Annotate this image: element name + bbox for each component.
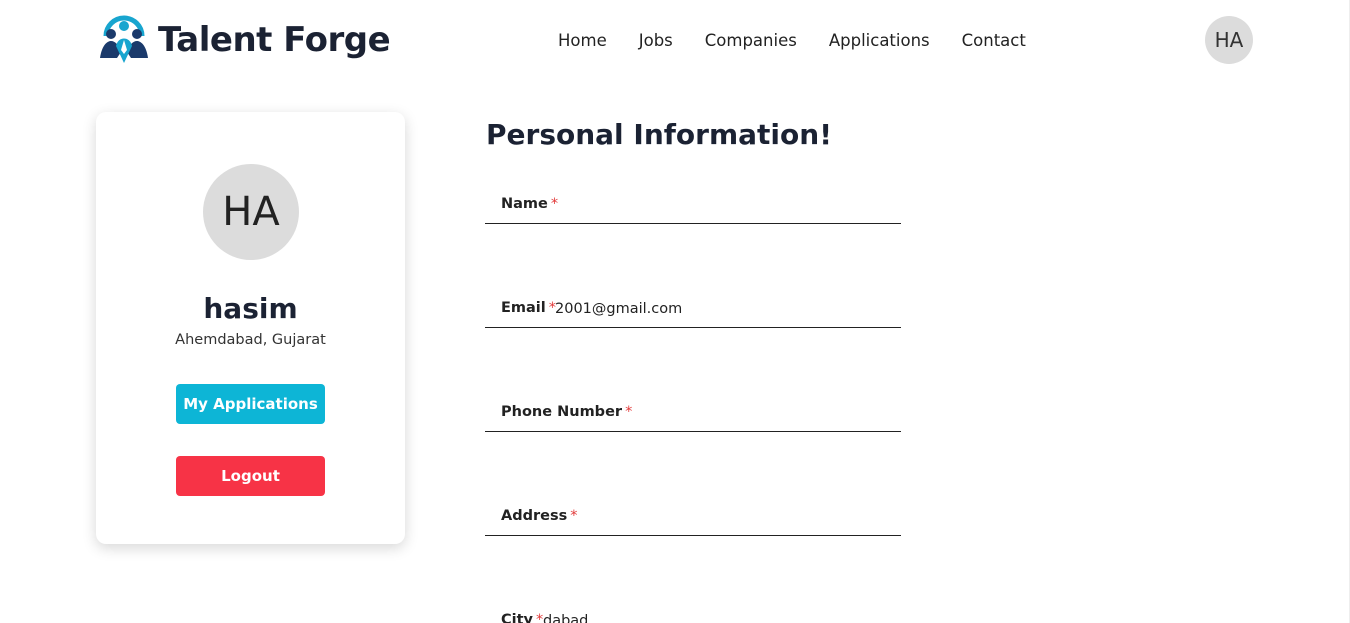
- required-marker: *: [625, 404, 633, 420]
- city-field: City*: [485, 606, 901, 623]
- email-field: Email*: [485, 294, 901, 328]
- user-avatar-button[interactable]: HA: [1205, 16, 1253, 64]
- profile-location: Ahemdabad, Gujarat: [175, 332, 326, 348]
- name-field: Name *: [485, 190, 901, 224]
- address-input[interactable]: [585, 506, 895, 528]
- name-label-text: Name: [501, 196, 548, 212]
- nav-link-contact[interactable]: Contact: [962, 30, 1026, 52]
- email-label: Email *: [501, 300, 556, 316]
- nav-link-companies[interactable]: Companies: [705, 30, 797, 52]
- email-label-text: Email: [501, 300, 546, 316]
- required-marker: *: [550, 196, 559, 212]
- logout-button[interactable]: Logout: [176, 456, 325, 496]
- nav-link-applications[interactable]: Applications: [829, 30, 930, 52]
- profile-username: hasim: [203, 292, 298, 325]
- name-label: Name *: [501, 196, 558, 212]
- phone-field: Phone Number *: [485, 398, 901, 432]
- nav-link-jobs[interactable]: Jobs: [639, 30, 673, 52]
- main-nav: Home Jobs Companies Applications Contact: [558, 30, 1026, 52]
- nav-link-home[interactable]: Home: [558, 30, 607, 52]
- phone-input[interactable]: [635, 402, 895, 424]
- profile-avatar: HA: [203, 164, 299, 260]
- required-marker: *: [570, 508, 578, 524]
- city-label: City *: [501, 612, 543, 623]
- phone-label-text: Phone Number: [501, 404, 623, 420]
- required-marker: *: [536, 612, 544, 623]
- required-marker: *: [548, 300, 556, 316]
- phone-label: Phone Number *: [501, 404, 632, 420]
- form-title: Personal Information!: [486, 118, 832, 151]
- name-input[interactable]: [565, 194, 895, 216]
- profile-card: HA hasim Ahemdabad, Gujarat My Applicati…: [96, 112, 405, 544]
- email-input[interactable]: [555, 298, 895, 320]
- brand-name: Talent Forge: [158, 20, 391, 60]
- address-label: Address *: [501, 508, 577, 524]
- address-field: Address *: [485, 502, 901, 536]
- my-applications-button[interactable]: My Applications: [176, 384, 325, 424]
- people-network-logo-icon: [100, 15, 148, 63]
- city-label-text: City: [501, 612, 533, 623]
- address-label-text: Address: [501, 508, 568, 524]
- brand-logo[interactable]: Talent Forge: [96, 14, 391, 66]
- city-input[interactable]: [543, 610, 893, 623]
